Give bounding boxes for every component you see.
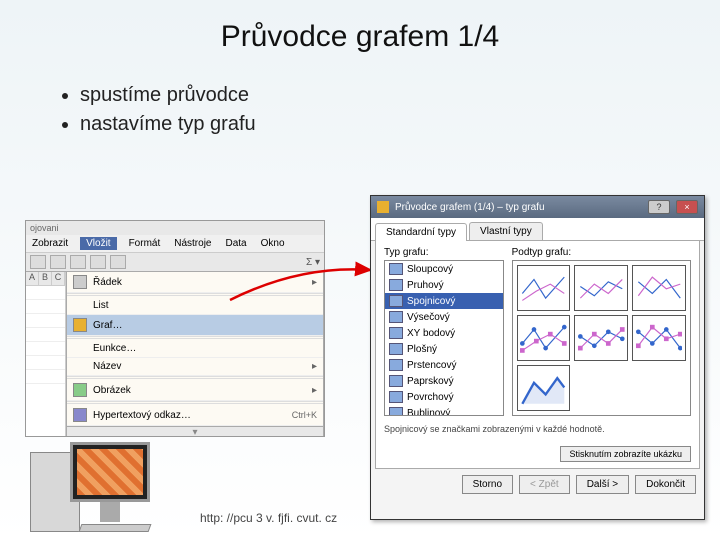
slide-title: Průvodce grafem 1/4: [0, 0, 720, 54]
chart-type-item-selected[interactable]: Spojnicový: [385, 293, 503, 309]
radar-chart-icon: [389, 375, 403, 387]
chart-type-item[interactable]: Pruhový: [385, 277, 503, 293]
tab-custom-types[interactable]: Vlastní typy: [469, 222, 543, 240]
help-button[interactable]: ?: [648, 200, 670, 214]
menu-item-funkce[interactable]: Eunkce…: [67, 340, 323, 358]
chart-wizard-icon: [377, 201, 389, 213]
subtype-cell[interactable]: [632, 265, 686, 311]
doughnut-chart-icon: [389, 359, 403, 371]
bar-chart-icon: [389, 279, 403, 291]
computer-illustration: [30, 422, 170, 532]
dialog-button-row: Storno < Zpět Další > Dokončit: [371, 469, 704, 500]
menu-format[interactable]: Formát: [127, 237, 163, 250]
toolbar-row: Σ ▾: [26, 253, 324, 272]
col-header[interactable]: B: [39, 272, 52, 285]
surface-chart-icon: [389, 391, 403, 403]
col-header[interactable]: A: [26, 272, 39, 285]
menu-data[interactable]: Data: [224, 237, 249, 250]
chart-subtype-grid: [512, 260, 691, 416]
dialog-title-text: Průvodce grafem (1/4) – typ grafu: [395, 202, 642, 213]
chart-type-item[interactable]: Paprskový: [385, 373, 503, 389]
toolbar-button[interactable]: [50, 255, 66, 269]
area-chart-icon: [389, 343, 403, 355]
chart-subtype-label: Podtyp grafu:: [512, 247, 691, 258]
bullet-item: spustíme průvodce: [80, 84, 720, 107]
subtype-cell[interactable]: [574, 265, 628, 311]
menubar: Zobrazit Vložit Formát Nástroje Data Okn…: [26, 235, 324, 253]
finish-button[interactable]: Dokončit: [635, 475, 696, 494]
col-header[interactable]: C: [52, 272, 65, 285]
subtype-cell[interactable]: [517, 365, 571, 411]
row-icon: [73, 275, 87, 289]
dialog-tabs: Standardní typy Vlastní typy: [371, 218, 704, 241]
subtype-cell[interactable]: [574, 315, 628, 361]
back-button[interactable]: < Zpět: [519, 475, 570, 494]
chart-type-item[interactable]: Plošný: [385, 341, 503, 357]
chart-type-item[interactable]: Bublinový: [385, 405, 503, 416]
bullet-list: spustíme průvodce nastavíme typ grafu: [60, 84, 720, 136]
chart-type-listbox[interactable]: Sloupcový Pruhový Spojnicový Výsečový XY…: [384, 260, 504, 416]
menu-item-nazev[interactable]: Název▸: [67, 358, 323, 376]
menu-item-list[interactable]: List: [67, 297, 323, 315]
close-button[interactable]: ×: [676, 200, 698, 214]
menu-vlozit[interactable]: Vložit: [80, 237, 116, 250]
toolbar-button[interactable]: [90, 255, 106, 269]
menu-zobrazit[interactable]: Zobrazit: [30, 237, 70, 250]
dropdown-menu: Řádek▸ List Graf… Eunkce… Název▸ Obrázek…: [66, 272, 324, 436]
chart-type-item[interactable]: Prstencový: [385, 357, 503, 373]
menu-nastroje[interactable]: Nástroje: [172, 237, 213, 250]
line-chart-icon: [389, 295, 403, 307]
subtype-cell[interactable]: [517, 265, 571, 311]
toolbar-button[interactable]: [30, 255, 46, 269]
bullet-item: nastavíme typ grafu: [80, 113, 720, 136]
tab-standard-types[interactable]: Standardní typy: [375, 223, 467, 241]
menu-okno[interactable]: Okno: [259, 237, 287, 250]
pie-chart-icon: [389, 311, 403, 323]
chart-type-item[interactable]: Povrchový: [385, 389, 503, 405]
next-button[interactable]: Další >: [576, 475, 629, 494]
subtype-description: Spojnicový se značkami zobrazenými v kaž…: [384, 424, 691, 435]
menu-item-graf[interactable]: Graf…: [67, 315, 323, 336]
subtype-cell[interactable]: [517, 315, 571, 361]
chart-type-item[interactable]: Sloupcový: [385, 261, 503, 277]
cancel-button[interactable]: Storno: [462, 475, 513, 494]
link-icon: [73, 408, 87, 422]
left-screenshot: ojovani Zobrazit Vložit Formát Nástroje …: [25, 220, 325, 437]
ls-top-label: ojovani: [26, 221, 324, 235]
chart-icon: [73, 318, 87, 332]
toolbar-button[interactable]: [110, 255, 126, 269]
image-icon: [73, 383, 87, 397]
subtype-cell[interactable]: [632, 315, 686, 361]
chart-type-item[interactable]: XY bodový: [385, 325, 503, 341]
menu-item-radek[interactable]: Řádek▸: [67, 272, 323, 293]
bubble-chart-icon: [389, 407, 403, 416]
chart-type-label: Typ grafu:: [384, 247, 504, 258]
dialog-titlebar: Průvodce grafem (1/4) – typ grafu ? ×: [371, 196, 704, 218]
preview-button[interactable]: Stisknutím zobrazíte ukázku: [560, 446, 691, 462]
menu-item-obrazek[interactable]: Obrázek▸: [67, 380, 323, 401]
xy-chart-icon: [389, 327, 403, 339]
column-chart-icon: [389, 263, 403, 275]
chart-type-item[interactable]: Výsečový: [385, 309, 503, 325]
footer-url: http: //pcu 3 v. fjfi. cvut. cz: [200, 511, 337, 525]
toolbar-button[interactable]: [70, 255, 86, 269]
chart-wizard-dialog: Průvodce grafem (1/4) – typ grafu ? × St…: [370, 195, 705, 520]
spreadsheet-area: A B C: [26, 272, 66, 436]
